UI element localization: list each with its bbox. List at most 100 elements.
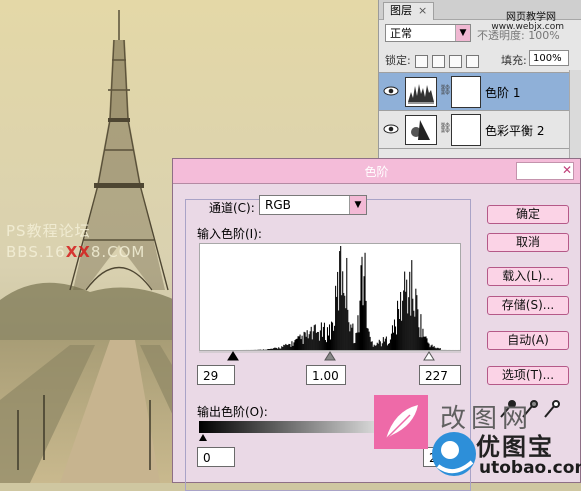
eye-icon[interactable] [383, 83, 399, 99]
lock-pixels-icon[interactable] [432, 55, 445, 68]
close-icon[interactable]: × [418, 4, 427, 17]
histogram-bar [348, 322, 349, 350]
eye-icon[interactable] [383, 121, 399, 137]
histogram-bar [363, 305, 364, 350]
input-slider-track[interactable] [199, 349, 461, 363]
histogram-bar [316, 333, 317, 350]
histogram-bar [394, 320, 395, 350]
histogram-bar [334, 326, 335, 350]
watermark-url-part-a: BBS.16 [6, 243, 66, 261]
layer-mask-thumb[interactable] [451, 76, 481, 108]
histogram-bar [336, 297, 337, 350]
histogram-bar [418, 327, 419, 350]
histogram-bar [392, 325, 393, 350]
input-levels-label: 输入色阶(I): [197, 225, 262, 242]
histogram-bar [415, 289, 416, 350]
histogram-bar [360, 265, 361, 350]
input-gamma-field[interactable]: 1.00 [306, 365, 346, 385]
histogram-bar [391, 334, 392, 350]
histogram-bar [306, 337, 307, 350]
layers-scrollbar[interactable] [569, 70, 581, 160]
load-button[interactable]: 载入(L)... [487, 267, 569, 286]
channel-value: RGB [265, 198, 291, 212]
layer-mask-thumb[interactable] [451, 114, 481, 146]
histogram-bar [403, 290, 404, 350]
link-icon[interactable]: ⛓ [439, 85, 452, 96]
histogram-bar [327, 327, 328, 350]
lock-all-icon[interactable] [466, 55, 479, 68]
watermark-forum-url: BBS.16XX8.COM [6, 243, 145, 261]
histogram-bar [343, 293, 344, 350]
chevron-down-icon: ▼ [349, 196, 366, 214]
histogram-bar [309, 334, 310, 350]
histogram-bar [305, 332, 306, 350]
histogram-bar [423, 337, 424, 350]
watermark-url-part-b: XX [66, 243, 91, 261]
histogram-bar [412, 299, 413, 350]
histogram-bar [393, 333, 394, 350]
histogram-bar [307, 330, 308, 350]
histogram-bar [406, 280, 407, 350]
options-button[interactable]: 选项(T)... [487, 366, 569, 385]
tab-layers-label: 图层 [390, 4, 412, 17]
histogram-bar [321, 322, 322, 350]
histogram-bar [318, 332, 319, 350]
input-black-field[interactable]: 29 [197, 365, 235, 385]
lock-transparency-icon[interactable] [415, 55, 428, 68]
layer-name[interactable]: 色阶 1 [485, 84, 520, 101]
histogram-bar [311, 327, 312, 350]
histogram-bar [365, 253, 366, 350]
histogram-bar [410, 316, 411, 350]
layers-panel: 图层× 网页教学网 www.webjx.com 正常▼ 不透明度: 100% 锁… [378, 0, 581, 160]
lock-label: 锁定: [385, 54, 411, 67]
lock-position-icon[interactable] [449, 55, 462, 68]
close-icon[interactable]: ✕ [562, 163, 572, 177]
input-white-field[interactable]: 227 [419, 365, 461, 385]
blend-mode-select[interactable]: 正常▼ [385, 24, 471, 42]
auto-button[interactable]: 自动(A) [487, 331, 569, 350]
layer-row-levels[interactable]: ⛓ 色阶 1 [379, 72, 581, 110]
histogram-bar [346, 258, 347, 350]
histogram-bar [345, 308, 346, 350]
histogram-bar [329, 324, 330, 350]
lock-row: 锁定: [385, 52, 479, 68]
histogram-bar [369, 332, 370, 350]
levels-icon [405, 77, 437, 107]
histogram-bar [339, 251, 340, 350]
histogram-bar [314, 325, 315, 350]
site-name-watermark: 网页教学网 [506, 8, 556, 23]
channel-select[interactable]: RGB ▼ [259, 195, 367, 215]
output-black-slider [199, 434, 207, 441]
ok-button[interactable]: 确定 [487, 205, 569, 224]
save-button[interactable]: 存储(S)... [487, 296, 569, 315]
histogram-bar [355, 333, 356, 350]
output-levels-label: 输出色阶(O): [197, 403, 268, 420]
histogram-bar [402, 301, 403, 350]
histogram-bar [398, 309, 399, 350]
histogram-bar [320, 330, 321, 350]
layer-name[interactable]: 色彩平衡 2 [485, 122, 544, 139]
histogram-bar [304, 332, 305, 350]
histogram-bar [298, 336, 299, 350]
histogram-bar [416, 295, 417, 350]
histogram-bar [364, 276, 365, 350]
histogram-bar [420, 314, 421, 350]
histogram [199, 243, 461, 351]
histogram-bar [413, 311, 414, 350]
cancel-button[interactable]: 取消 [487, 233, 569, 252]
gamma-slider [325, 352, 335, 360]
layer-row-color-balance[interactable]: ⛓ 色彩平衡 2 [379, 110, 581, 148]
chevron-down-icon: ▼ [455, 25, 470, 41]
color-balance-icon [405, 115, 437, 145]
histogram-bar [349, 331, 350, 350]
dialog-titlebar[interactable]: 色阶 ✕ [173, 159, 580, 184]
output-black-field[interactable]: 0 [197, 447, 235, 467]
histogram-bar [361, 257, 362, 350]
histogram-bar [407, 313, 408, 350]
fill-input[interactable]: 100% [529, 50, 569, 66]
histogram-bar [409, 272, 410, 350]
link-icon[interactable]: ⛓ [439, 123, 452, 134]
histogram-bar [405, 292, 406, 350]
fill-label: 填充: [501, 52, 527, 68]
tab-layers[interactable]: 图层 × [383, 2, 434, 20]
